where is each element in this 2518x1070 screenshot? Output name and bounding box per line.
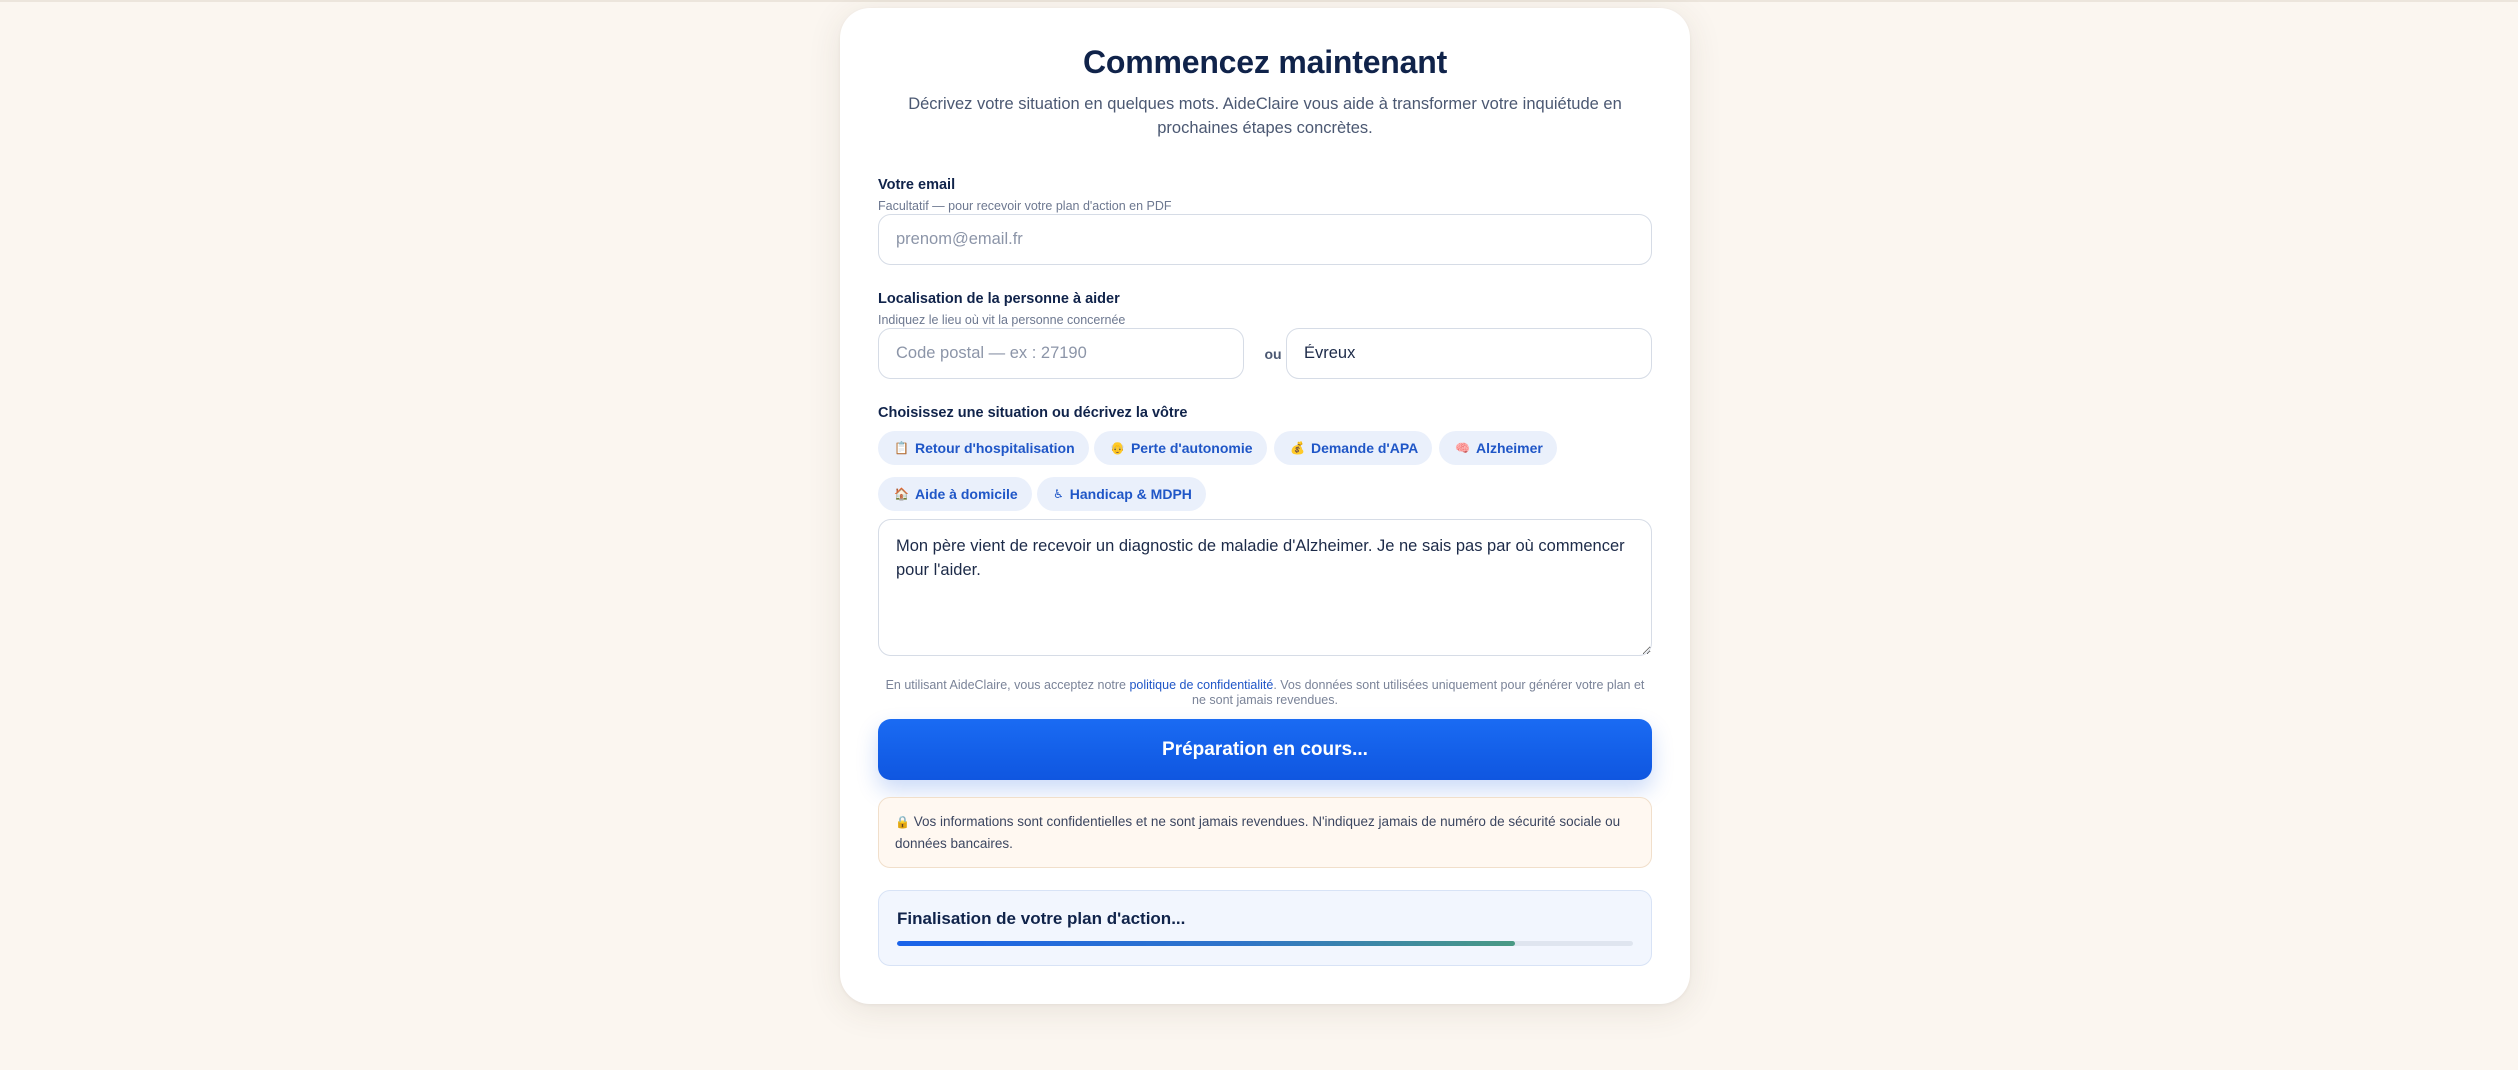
email-hint: Facultatif — pour recevoir votre plan d'… [878,199,1172,213]
chip-label: Aide à domicile [914,486,1018,502]
email-label: Votre email [878,177,956,193]
lock-icon: 🔒 [895,815,910,829]
chip-label: Perte d'autonomie [1130,440,1253,456]
progress-fill [897,941,1516,946]
location-separator: ou [1264,346,1282,362]
confidentiality-text: Vos informations sont confidentielles et… [895,814,1621,851]
privacy-policy-link[interactable]: politique de confidentialité [1129,678,1273,692]
chip-perte-autonomie[interactable]: 👴 Perte d'autonomie [1094,431,1267,465]
chip-retour-hospitalisation[interactable]: 📋 Retour d'hospitalisation [878,431,1089,465]
top-divider [0,0,2518,2]
submit-button[interactable]: Préparation en cours... [878,719,1652,780]
clipboard-icon: 📋 [894,441,909,455]
elderly-person-icon: 👴 [1110,441,1125,455]
privacy-prefix: En utilisant AideClaire, vous acceptez n… [885,678,1130,692]
progress-title: Finalisation de votre plan d'action... [897,909,1186,928]
situation-description-textarea[interactable]: Mon père vient de recevoir un diagnostic… [878,519,1652,656]
chip-label: Retour d'hospitalisation [914,440,1075,456]
confidentiality-notice: 🔒 Vos informations sont confidentielles … [878,797,1652,868]
progress-panel: Finalisation de votre plan d'action... [878,890,1652,966]
location-hint: Indiquez le lieu où vit la personne conc… [878,313,1126,327]
location-label: Localisation de la personne à aider [878,291,1120,307]
postal-code-field[interactable] [878,328,1244,379]
chip-label: Alzheimer [1475,440,1543,456]
money-bag-icon: 💰 [1290,441,1305,455]
chip-aide-domicile[interactable]: 🏠 Aide à domicile [878,477,1032,511]
privacy-notice: En utilisant AideClaire, vous acceptez n… [878,678,1652,708]
page-title: Commencez maintenant [1082,44,1448,80]
brain-icon: 🧠 [1455,441,1470,455]
accessibility-icon: ♿ [1053,487,1064,501]
city-field[interactable] [1286,328,1652,379]
chip-demande-apa[interactable]: 💰 Demande d'APA [1274,431,1433,465]
chip-handicap-mdph[interactable]: ♿ Handicap & MDPH [1037,477,1206,511]
progress-track [897,941,1633,946]
form-card: Commencez maintenant Décrivez votre situ… [840,8,1690,1004]
chip-alzheimer[interactable]: 🧠 Alzheimer [1439,431,1557,465]
chip-label: Demande d'APA [1310,440,1419,456]
situation-label: Choisissez une situation ou décrivez la … [878,405,1188,421]
chip-label: Handicap & MDPH [1069,486,1192,502]
house-icon: 🏠 [894,487,909,501]
page-subtitle: Décrivez votre situation en quelques mot… [908,95,1622,137]
email-field[interactable] [878,214,1652,265]
